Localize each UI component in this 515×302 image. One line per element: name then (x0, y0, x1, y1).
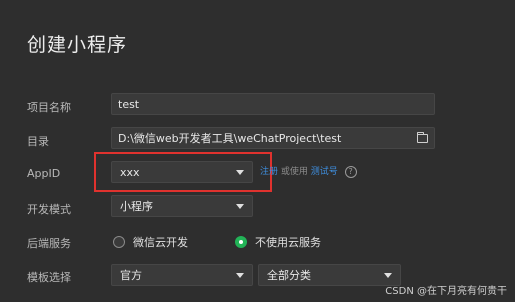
or-use-text: 或使用 (280, 167, 308, 177)
radio-label-cloud-dev: 微信云开发 (133, 236, 188, 249)
template-select-label: 模板选择 (27, 271, 71, 284)
dev-mode-value: 小程序 (120, 200, 153, 213)
radio-selected[interactable] (235, 236, 247, 248)
appid-links: 注册 或使用 测试号 ? (260, 164, 357, 178)
directory-input[interactable]: D:\微信web开发者工具\weChatProject\test (111, 127, 435, 149)
radio-option-no-cloud[interactable]: 不使用云服务 (235, 234, 321, 250)
project-name-input[interactable]: test (111, 93, 435, 115)
directory-value: D:\微信web开发者工具\weChatProject\test (118, 132, 342, 145)
radio-option-cloud-dev[interactable]: 微信云开发 (113, 234, 188, 250)
watermark: CSDN @在下月亮有何贵干 (385, 286, 507, 297)
project-name-value: test (118, 97, 140, 111)
backend-service-label: 后端服务 (27, 237, 71, 250)
chevron-down-icon (236, 272, 244, 278)
radio-label-no-cloud: 不使用云服务 (255, 236, 321, 249)
radio-unselected[interactable] (113, 236, 125, 248)
page-title: 创建小程序 (27, 34, 128, 56)
template-source-select[interactable]: 官方 (111, 264, 253, 286)
dev-mode-label: 开发模式 (27, 203, 71, 216)
chevron-down-icon (384, 272, 392, 278)
directory-label: 目录 (27, 135, 49, 148)
folder-icon[interactable] (417, 131, 428, 143)
test-account-link[interactable]: 测试号 (311, 167, 338, 177)
help-icon[interactable]: ? (344, 165, 357, 178)
chevron-down-icon (236, 203, 244, 209)
template-source-value: 官方 (120, 269, 142, 282)
dev-mode-select[interactable]: 小程序 (111, 195, 253, 217)
appid-highlight-box (94, 152, 272, 192)
register-link[interactable]: 注册 (260, 167, 278, 177)
project-name-label: 项目名称 (27, 101, 71, 114)
template-category-select[interactable]: 全部分类 (258, 264, 401, 286)
appid-label: AppID (27, 167, 61, 180)
template-category-value: 全部分类 (267, 269, 311, 282)
